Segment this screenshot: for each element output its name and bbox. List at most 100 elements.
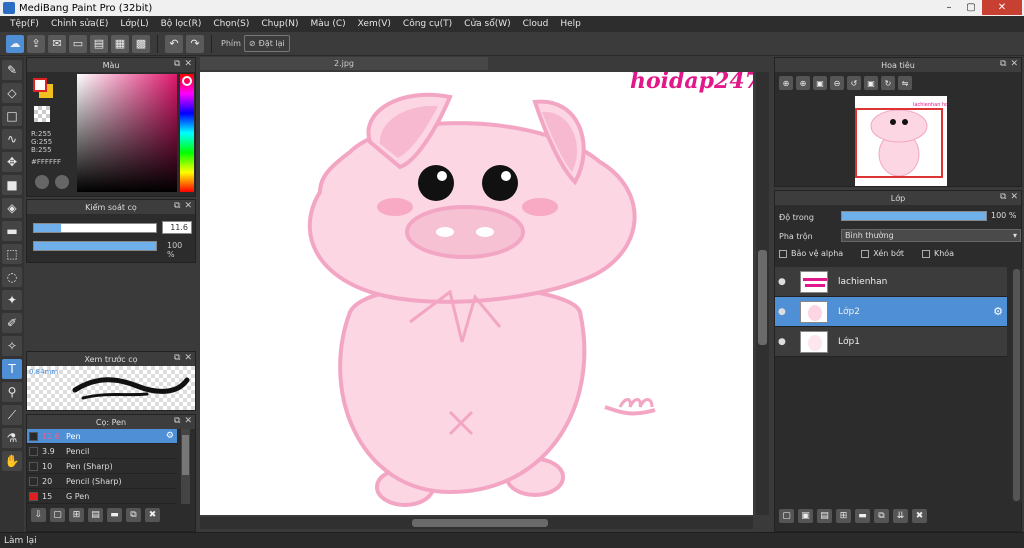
menu-snap[interactable]: Chụp(N) [255,19,304,29]
drawing-canvas[interactable]: hoidap247 [200,72,753,515]
document-tab[interactable]: 2.jpg [200,57,488,70]
rotate-right-icon[interactable]: ↻ [881,76,895,90]
menu-help[interactable]: Help [554,19,587,29]
zoom-actual-icon[interactable]: ▣ [813,76,827,90]
brush-settings-icon[interactable]: ▤ [88,508,103,522]
brush-item-pen-sharp[interactable]: 10 Pen (Sharp) [27,459,177,474]
zoom-in-icon[interactable]: ⊕ [779,76,793,90]
magic-wand-icon[interactable]: ✦ [2,290,22,310]
panel-close-icon[interactable]: ✕ [184,353,192,363]
menu-edit[interactable]: Chỉnh sửa(E) [45,19,114,29]
add-layer-menu-icon[interactable]: ⊞ [836,509,851,523]
undock-icon[interactable]: ⧉ [174,59,180,69]
brush-tool-icon[interactable]: ✎ [2,60,22,80]
undock-icon[interactable]: ⧉ [1000,59,1006,69]
canvas-vertical-scrollbar[interactable] [756,72,769,515]
comment-icon[interactable]: ✉ [48,34,66,53]
chat-icon[interactable]: ▭ [69,34,87,53]
panel-close-icon[interactable]: ✕ [184,416,192,426]
layer-item-lop2[interactable]: ● Lớp2 ⚙ [775,297,1007,327]
menu-color[interactable]: Màu (C) [305,19,352,29]
add-brush-icon[interactable]: ⊞ [69,508,84,522]
brush-size-slider[interactable]: 11.6 [33,221,192,234]
protect-alpha-checkbox[interactable]: Bảo vệ alpha [779,249,843,258]
pages-icon[interactable]: ▦ [111,34,129,53]
trash-icon[interactable]: ✖ [145,508,160,522]
menu-view[interactable]: Xem(V) [352,19,397,29]
folder-icon[interactable]: ▬ [107,508,122,522]
select-pen-icon[interactable]: ✐ [2,313,22,333]
color-settings-icon[interactable] [55,175,69,189]
gradient-tool-icon[interactable]: ▬ [2,221,22,241]
brush-item-pencil[interactable]: 3.9 Pencil [27,444,177,459]
menu-layer[interactable]: Lớp(L) [114,19,154,29]
layer-opacity-slider[interactable] [841,211,987,221]
palette-icon[interactable] [35,175,49,189]
new-layer-icon[interactable]: ▢ [779,509,794,523]
trash-icon[interactable]: ✖ [912,509,927,523]
undock-icon[interactable]: ⧉ [174,416,180,426]
visibility-icon[interactable]: ● [778,337,792,347]
redo-icon[interactable]: ↷ [186,34,204,53]
hue-slider[interactable] [180,74,194,192]
navigator-preview[interactable]: lachienhan hoidap247 [855,96,969,186]
layer-list-scrollbar[interactable] [1011,269,1022,503]
panel-close-icon[interactable]: ✕ [184,201,192,211]
dot-tool-icon[interactable]: □ [2,106,22,126]
flip-icon[interactable]: ⇋ [898,76,912,90]
menu-cloud[interactable]: Cloud [517,19,555,29]
new-8bit-layer-icon[interactable]: ▤ [817,509,832,523]
menu-filter[interactable]: Bộ lọc(R) [155,19,208,29]
duplicate-icon[interactable]: ⧉ [126,508,141,522]
brush-list-scrollbar[interactable] [181,429,190,504]
move-tool-icon[interactable]: ✥ [2,152,22,172]
layer-item-lop1[interactable]: ● Lớp1 [775,327,1007,357]
brush-item-pen[interactable]: 11.6 Pen ⚙ [27,429,177,444]
divide-tool-icon[interactable]: ⟋ [2,405,22,425]
viewport-indicator[interactable] [855,108,943,178]
page-icon[interactable]: ▤ [90,34,108,53]
merge-layer-icon[interactable]: ⇊ [893,509,908,523]
eraser-tool-icon[interactable]: ◇ [2,83,22,103]
lasso-icon[interactable]: ◌ [2,267,22,287]
eyedropper-icon[interactable]: ⚗ [2,428,22,448]
rotate-left-icon[interactable]: ↺ [847,76,861,90]
blend-mode-select[interactable]: Bình thường ▾ [841,229,1021,242]
new-halftone-layer-icon[interactable]: ▣ [798,509,813,523]
menu-tools[interactable]: Công cụ(T) [397,19,458,29]
lock-checkbox[interactable]: Khóa [921,249,954,258]
menu-select[interactable]: Chọn(S) [207,19,255,29]
gear-icon[interactable]: ⚙ [993,305,1003,318]
select-eraser-icon[interactable]: ✧ [2,336,22,356]
clipping-checkbox[interactable]: Xén bớt [861,249,904,258]
gear-icon[interactable]: ⚙ [166,431,174,441]
canvas-horizontal-scrollbar[interactable] [200,517,753,529]
cloud-download-icon[interactable]: ⇩ [31,508,46,522]
new-brush-icon[interactable]: ▢ [50,508,65,522]
shape-tool-icon[interactable]: ■ [2,175,22,195]
duplicate-layer-icon[interactable]: ⧉ [874,509,889,523]
visibility-icon[interactable]: ● [778,307,792,317]
undo-icon[interactable]: ↶ [165,34,183,53]
zoom-out-icon[interactable]: ⊖ [830,76,844,90]
minimize-button[interactable]: – [938,0,960,15]
folder-icon[interactable]: ▬ [855,509,870,523]
menu-file[interactable]: Tệp(F) [4,19,45,29]
hand-tool-icon[interactable]: ✋ [2,451,22,471]
cloud-icon[interactable]: ☁ [6,34,24,53]
fill-tool-icon[interactable]: ◈ [2,198,22,218]
undock-icon[interactable]: ⧉ [174,201,180,211]
fit-window-icon[interactable]: ▣ [864,76,878,90]
maximize-button[interactable]: ▢ [960,0,982,15]
close-button[interactable]: ✕ [982,0,1022,15]
hue-knob[interactable] [182,76,192,86]
curve-tool-icon[interactable]: ∿ [2,129,22,149]
undock-icon[interactable]: ⧉ [1000,192,1006,202]
panel-close-icon[interactable]: ✕ [1010,59,1018,69]
zoom-fit-icon[interactable]: ⊕ [796,76,810,90]
brush-item-g-pen[interactable]: 15 G Pen [27,489,177,504]
brush-size-value[interactable]: 11.6 [162,221,192,234]
visibility-icon[interactable]: ● [778,277,792,287]
share-icon[interactable]: ⇪ [27,34,45,53]
saturation-value-picker[interactable] [77,74,177,192]
